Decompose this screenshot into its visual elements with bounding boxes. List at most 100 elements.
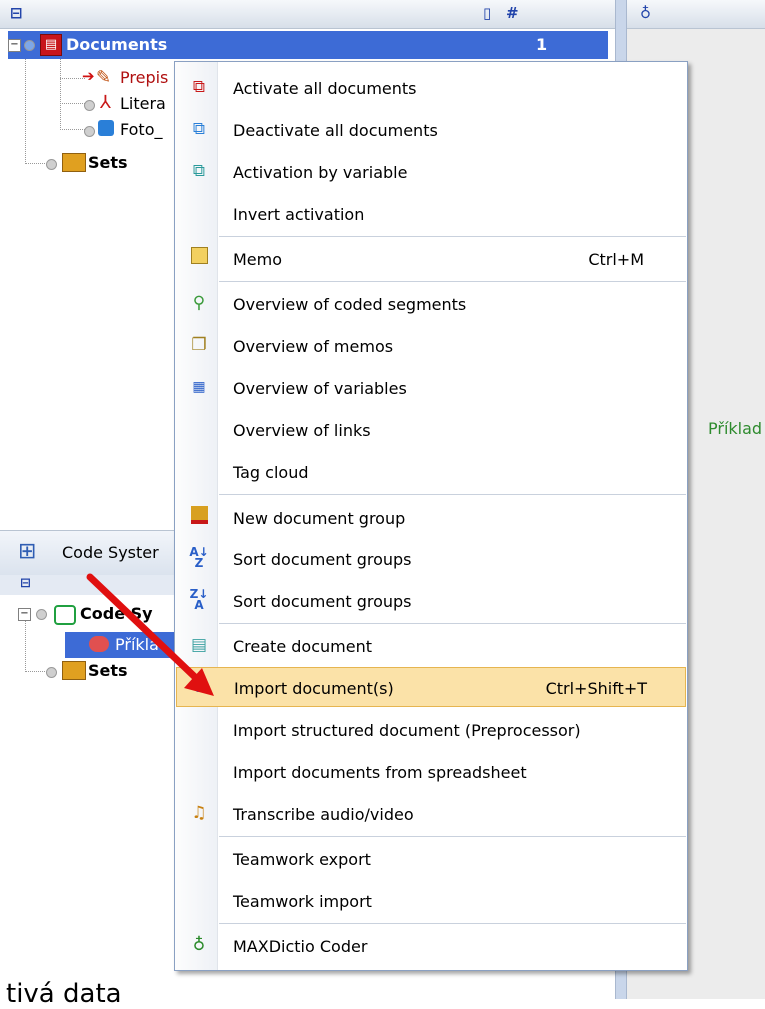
menu-item-label: Import document(s) bbox=[234, 679, 394, 698]
menu-item-import-documents[interactable]: ⧉ Import document(s) Ctrl+Shift+T bbox=[176, 667, 686, 707]
image-document-icon bbox=[98, 120, 114, 136]
document-label: Prepis bbox=[120, 68, 169, 87]
menu-separator bbox=[219, 281, 686, 282]
code-system-root-label: Code Sy bbox=[80, 604, 153, 623]
code-system-title: Code Syster bbox=[62, 543, 159, 562]
menu-item-transcribe[interactable]: ♫ Transcribe audio/video bbox=[176, 794, 686, 834]
document-browser-toolbar: ♁ bbox=[627, 0, 765, 29]
code-sets-label: Sets bbox=[88, 661, 128, 680]
menu-separator bbox=[219, 623, 686, 624]
menu-item-label: Import documents from spreadsheet bbox=[233, 763, 527, 782]
count-toggle-icon[interactable]: # bbox=[506, 4, 519, 22]
menu-item-new-document-group[interactable]: New document group bbox=[176, 498, 686, 538]
menu-item-sort-groups-az[interactable]: A↓ Z Sort document groups bbox=[176, 539, 686, 579]
coded-segments-icon: ⚲ bbox=[192, 293, 206, 313]
code-system-icon: ⊞ bbox=[18, 539, 37, 564]
documents-root-row[interactable]: − ▤ Documents 1 bbox=[8, 31, 608, 59]
menu-item-label: Tag cloud bbox=[233, 463, 309, 482]
sets-row[interactable]: Sets bbox=[0, 150, 180, 176]
menu-item-overview-memos[interactable]: ❐ Overview of memos bbox=[176, 326, 686, 366]
menu-item-create-document[interactable]: ▤ Create document bbox=[176, 626, 686, 666]
menu-item-label: Overview of variables bbox=[233, 379, 407, 398]
activation-dot[interactable] bbox=[84, 100, 95, 111]
menu-item-label: Deactivate all documents bbox=[233, 121, 438, 140]
menu-item-label: Create document bbox=[233, 637, 372, 656]
sets-folder-icon bbox=[62, 661, 86, 680]
code-sets-row[interactable]: Sets bbox=[0, 658, 180, 684]
collapse-toggle[interactable]: − bbox=[18, 608, 31, 621]
import-document-icon: ⧉ bbox=[193, 677, 207, 697]
menu-item-tag-cloud[interactable]: Tag cloud bbox=[176, 452, 686, 492]
sort-az-icon: A↓ Z bbox=[189, 545, 209, 570]
document-item[interactable]: ⅄ Litera bbox=[0, 91, 180, 117]
text-document-icon: ✎ bbox=[96, 67, 112, 88]
memo-icon bbox=[188, 247, 210, 269]
document-preview-text: Příklad bbox=[708, 419, 763, 438]
menu-item-label: Activate all documents bbox=[233, 79, 417, 98]
menu-item-label: Teamwork export bbox=[233, 850, 371, 869]
menu-item-deactivate-all[interactable]: ⧉ Deactivate all documents bbox=[176, 110, 686, 150]
menu-item-import-spreadsheet[interactable]: Import documents from spreadsheet bbox=[176, 752, 686, 792]
menu-item-label: Sort document groups bbox=[233, 592, 412, 611]
arrow-marker-icon: ➔ bbox=[82, 67, 95, 85]
menu-separator bbox=[219, 236, 686, 237]
menu-item-label: Overview of coded segments bbox=[233, 295, 467, 314]
documents-icon: ▤ bbox=[40, 34, 62, 56]
sets-folder-icon bbox=[62, 153, 86, 172]
create-document-icon: ▤ bbox=[190, 635, 208, 655]
menu-item-label: Activation by variable bbox=[233, 163, 408, 182]
code-system-root-row[interactable]: − Code Sy bbox=[0, 600, 180, 628]
menu-item-shortcut: Ctrl+M bbox=[588, 250, 644, 269]
menu-item-invert-activation[interactable]: Invert activation bbox=[176, 194, 686, 234]
menu-item-sort-groups-za[interactable]: Z↓ A Sort document groups bbox=[176, 581, 686, 621]
slide-caption-text: tivá data bbox=[6, 979, 122, 1009]
menu-item-activation-by-variable[interactable]: ⧉ Activation by variable bbox=[176, 152, 686, 192]
activation-dot[interactable] bbox=[46, 159, 57, 170]
selected-code-row[interactable]: Příkla bbox=[65, 632, 180, 658]
code-toolbar-icon: ⊟ bbox=[20, 576, 31, 591]
menu-item-label: MAXDictio Coder bbox=[233, 937, 368, 956]
menu-item-maxdictio-coder[interactable]: ♁ MAXDictio Coder bbox=[176, 926, 686, 966]
sets-label: Sets bbox=[88, 153, 128, 172]
collapse-toggle[interactable]: − bbox=[8, 39, 21, 52]
document-label: Foto_ bbox=[120, 120, 163, 139]
menu-item-label: Transcribe audio/video bbox=[233, 805, 414, 824]
menu-separator bbox=[219, 923, 686, 924]
menu-item-activate-all[interactable]: ⧉ Activate all documents bbox=[176, 68, 686, 108]
new-group-icon bbox=[188, 506, 210, 528]
activation-dot[interactable] bbox=[24, 40, 35, 51]
menu-item-label: Teamwork import bbox=[233, 892, 372, 911]
activation-variable-icon: ⧉ bbox=[192, 161, 206, 181]
activation-dot[interactable] bbox=[84, 126, 95, 137]
menu-item-label: Invert activation bbox=[233, 205, 365, 224]
menu-item-overview-coded-segments[interactable]: ⚲ Overview of coded segments bbox=[176, 284, 686, 324]
documents-label: Documents bbox=[66, 35, 168, 54]
pdf-document-icon: ⅄ bbox=[100, 92, 111, 113]
activation-dot[interactable] bbox=[36, 609, 47, 620]
document-item[interactable]: Foto_ bbox=[0, 117, 180, 143]
documents-count: 1 bbox=[536, 35, 548, 54]
activate-toggle-icon[interactable]: ▯ bbox=[483, 4, 491, 22]
menu-separator bbox=[219, 836, 686, 837]
document-system-icon: ⊟ bbox=[10, 4, 23, 22]
document-label: Litera bbox=[120, 94, 166, 113]
menu-separator bbox=[219, 494, 686, 495]
menu-item-label: New document group bbox=[233, 509, 406, 528]
menu-item-overview-variables[interactable]: ▦ Overview of variables bbox=[176, 368, 686, 408]
activate-docs-icon: ⧉ bbox=[192, 77, 206, 97]
code-tag-icon bbox=[89, 636, 109, 652]
pin-icon[interactable]: ♁ bbox=[640, 4, 651, 22]
menu-item-teamwork-import[interactable]: Teamwork import bbox=[176, 881, 686, 921]
code-label: Příkla bbox=[115, 635, 159, 654]
variables-grid-icon: ▦ bbox=[192, 379, 206, 395]
menu-item-label: Import structured document (Preprocessor… bbox=[233, 721, 581, 740]
activation-dot[interactable] bbox=[46, 667, 57, 678]
deactivate-docs-icon: ⧉ bbox=[192, 119, 206, 139]
menu-item-teamwork-export[interactable]: Teamwork export bbox=[176, 839, 686, 879]
menu-item-overview-links[interactable]: Overview of links bbox=[176, 410, 686, 450]
menu-item-shortcut: Ctrl+Shift+T bbox=[545, 679, 647, 698]
transcribe-icon: ♫ bbox=[191, 803, 207, 823]
menu-item-memo[interactable]: Memo Ctrl+M bbox=[176, 239, 686, 279]
menu-item-import-structured[interactable]: Import structured document (Preprocessor… bbox=[176, 710, 686, 750]
document-item[interactable]: ➔ ✎ Prepis bbox=[0, 65, 180, 91]
